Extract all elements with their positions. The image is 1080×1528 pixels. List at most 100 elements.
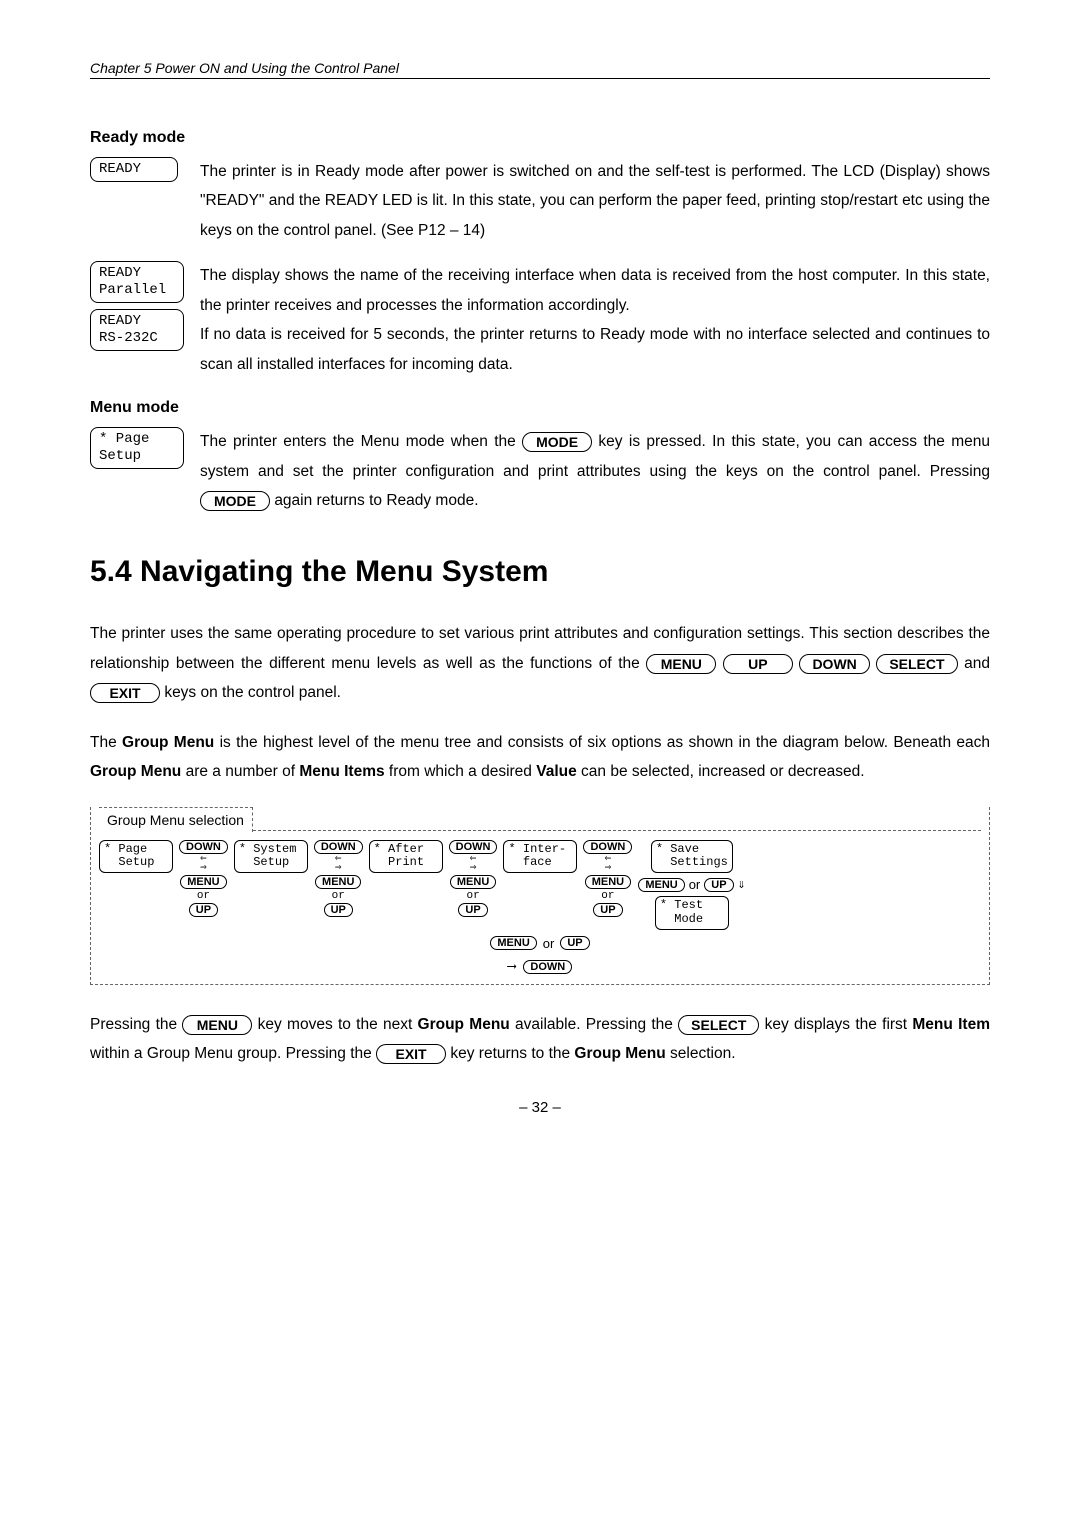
arrow-col: DOWN ⇐⇒ MENU or UP bbox=[583, 840, 632, 918]
page-number: – 32 – bbox=[90, 1099, 990, 1116]
down-key: DOWN bbox=[799, 654, 869, 674]
menu-key: MENU bbox=[315, 875, 361, 889]
arrow-col: DOWN ⇐⇒ MENU or UP bbox=[314, 840, 363, 918]
menu-key: MENU bbox=[490, 936, 536, 950]
ready-row-1: READY The printer is in Ready mode after… bbox=[90, 157, 990, 245]
section-5-4-heading: 5.4 Navigating the Menu System bbox=[90, 555, 990, 589]
or-text: or bbox=[543, 936, 555, 951]
lcd-line2: RS-232C bbox=[99, 330, 175, 347]
select-key: SELECT bbox=[876, 654, 957, 674]
loop-arrow-icon: ⟶ bbox=[508, 959, 516, 974]
up-key: UP bbox=[560, 936, 589, 950]
or-text: or bbox=[466, 890, 479, 902]
up-key: UP bbox=[458, 903, 487, 917]
lcd-ready-parallel: READY Parallel bbox=[90, 261, 184, 303]
lcd-page-setup: * Page Setup bbox=[90, 427, 184, 469]
p1-and: and bbox=[964, 655, 990, 672]
mode-key: MODE bbox=[522, 432, 592, 452]
node-test-mode: * Test Mode bbox=[655, 896, 729, 930]
or-text: or bbox=[332, 890, 345, 902]
text-post: again returns to Ready mode. bbox=[274, 492, 478, 509]
up-key: UP bbox=[593, 903, 622, 917]
arrow-icon: ⇐⇒ bbox=[470, 855, 477, 875]
ready-para-1: The printer is in Ready mode after power… bbox=[200, 157, 990, 245]
exit-key: EXIT bbox=[90, 683, 160, 703]
menu-mode-row: * Page Setup The printer enters the Menu… bbox=[90, 427, 990, 515]
down-key: DOWN bbox=[179, 840, 228, 854]
section-5-4-p3: Pressing the MENU key moves to the next … bbox=[90, 1010, 990, 1069]
node-interface: * Inter- face bbox=[503, 840, 577, 874]
text-pre: The printer enters the Menu mode when th… bbox=[200, 433, 522, 450]
lcd-line1: READY bbox=[99, 265, 175, 282]
p2g: from which a desired bbox=[389, 763, 536, 780]
p2a: The bbox=[90, 734, 122, 751]
menu-key: MENU bbox=[450, 875, 496, 889]
or-text: or bbox=[689, 877, 701, 892]
down-arrow-icon: ⇓ bbox=[738, 877, 746, 892]
lcd-col: READY bbox=[90, 157, 200, 245]
up-key: UP bbox=[704, 878, 733, 892]
p2h: Value bbox=[536, 763, 577, 780]
arrow-icon: ⇐⇒ bbox=[605, 855, 612, 875]
lcd-line2: Setup bbox=[99, 448, 175, 465]
chapter-header: Chapter 5 Power ON and Using the Control… bbox=[90, 60, 990, 79]
menu-key: MENU bbox=[585, 875, 631, 889]
lcd-line1: * Page bbox=[99, 431, 175, 448]
p2e: are a number of bbox=[186, 763, 300, 780]
p2i: can be selected, increased or decreased. bbox=[581, 763, 864, 780]
arrow-icon: ⇐⇒ bbox=[200, 855, 207, 875]
down-key: DOWN bbox=[523, 960, 572, 974]
p1-post: keys on the control panel. bbox=[164, 684, 341, 701]
arrow-icon: ⇐⇒ bbox=[335, 855, 342, 875]
arrow-col: DOWN ⇐⇒ MENU or UP bbox=[179, 840, 228, 918]
p3a: Pressing the bbox=[90, 1016, 182, 1033]
right-stack: * Save Settings MENU or UP ⇓ * Test Mode bbox=[638, 840, 745, 930]
diagram-title-border bbox=[253, 830, 981, 831]
p2d: Group Menu bbox=[90, 763, 181, 780]
section-5-4-p2: The Group Menu is the highest level of t… bbox=[90, 728, 990, 787]
up-key: UP bbox=[723, 654, 793, 674]
p3f: Menu Item bbox=[912, 1016, 990, 1033]
node-save-settings: * Save Settings bbox=[651, 840, 733, 874]
p2c: is the highest level of the menu tree an… bbox=[220, 734, 990, 751]
section-5-4-p1: The printer uses the same operating proc… bbox=[90, 619, 990, 707]
menu-key: MENU bbox=[180, 875, 226, 889]
group-menu-diagram: Group Menu selection * Page Setup DOWN ⇐… bbox=[90, 807, 990, 985]
select-key: SELECT bbox=[678, 1015, 759, 1035]
exit-key: EXIT bbox=[376, 1044, 446, 1064]
node-after-print: * After Print bbox=[369, 840, 443, 874]
ready-para-2: The display shows the name of the receiv… bbox=[200, 267, 990, 313]
page: Chapter 5 Power ON and Using the Control… bbox=[0, 0, 1080, 1156]
lcd-col: READY Parallel READY RS-232C bbox=[90, 261, 200, 379]
vertical-arrow-group: MENU or UP ⇓ bbox=[638, 877, 745, 892]
node-system-setup: * System Setup bbox=[234, 840, 308, 874]
p3b: key moves to the next bbox=[258, 1016, 418, 1033]
diagram-title: Group Menu selection bbox=[99, 807, 253, 832]
or-text: or bbox=[601, 890, 614, 902]
menu-key: MENU bbox=[646, 654, 716, 674]
p3e: key displays the first bbox=[765, 1016, 913, 1033]
p3i: Group Menu bbox=[574, 1045, 665, 1062]
or-text: or bbox=[197, 890, 210, 902]
ready-para-3: If no data is received for 5 seconds, th… bbox=[200, 326, 990, 372]
lcd-line2: Parallel bbox=[99, 282, 175, 299]
menu-mode-section: Menu mode * Page Setup The printer enter… bbox=[90, 399, 990, 515]
diagram-main-row: * Page Setup DOWN ⇐⇒ MENU or UP * System… bbox=[99, 832, 981, 930]
ready-row-2: READY Parallel READY RS-232C The display… bbox=[90, 261, 990, 379]
menu-key: MENU bbox=[638, 878, 684, 892]
mode-key: MODE bbox=[200, 491, 270, 511]
loop-row: MENU or UP bbox=[99, 936, 981, 951]
ready-mode-section: Ready mode READY The printer is in Ready… bbox=[90, 129, 990, 379]
down-key: DOWN bbox=[583, 840, 632, 854]
down-key: DOWN bbox=[449, 840, 498, 854]
arrow-col: DOWN ⇐⇒ MENU or UP bbox=[449, 840, 498, 918]
lcd-col: * Page Setup bbox=[90, 427, 200, 515]
ready-mode-title: Ready mode bbox=[90, 129, 990, 147]
p3c: Group Menu bbox=[418, 1016, 510, 1033]
down-key: DOWN bbox=[314, 840, 363, 854]
node-page-setup: * Page Setup bbox=[99, 840, 173, 874]
up-key: UP bbox=[324, 903, 353, 917]
menu-key: MENU bbox=[182, 1015, 252, 1035]
ready-para-2-3: The display shows the name of the receiv… bbox=[200, 261, 990, 379]
p3d: available. Pressing the bbox=[515, 1016, 678, 1033]
